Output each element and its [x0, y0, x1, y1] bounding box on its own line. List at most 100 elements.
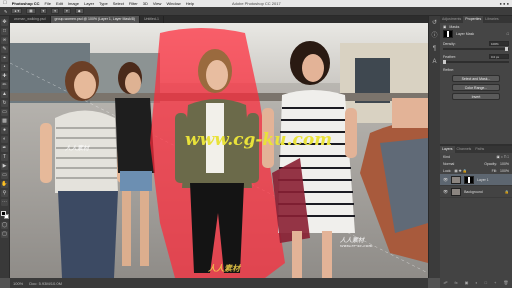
tab-document-2[interactable]: group-women.psd @ 100% (Layer 1, Layer M… — [50, 16, 140, 23]
quick-select-tool-icon[interactable]: ✎ — [1, 46, 8, 53]
brush-settings-button[interactable]: ▦ — [26, 8, 36, 14]
clone-stamp-tool-icon[interactable]: ▲ — [1, 91, 8, 98]
status-bar: 100% Doc: 5.93M/10.0M — [10, 278, 428, 288]
menu-help[interactable]: Help — [186, 1, 194, 6]
feather-slider[interactable] — [443, 60, 509, 64]
density-field[interactable]: 100% — [489, 41, 509, 46]
character-icon[interactable]: A — [431, 59, 438, 66]
dodge-tool-icon[interactable]: ◐ — [1, 136, 8, 143]
menu-layer[interactable]: Layer — [84, 1, 94, 6]
tab-layers[interactable]: Layers — [440, 146, 455, 153]
trash-icon[interactable]: 🗑 — [503, 280, 508, 285]
menu-window[interactable]: Window — [166, 1, 180, 6]
brush-tool-icon[interactable]: ✏ — [1, 82, 8, 89]
layer-mask-thumbnail[interactable] — [464, 175, 475, 184]
path-select-tool-icon[interactable]: ▶ — [1, 163, 8, 170]
select-and-mask-button[interactable]: Select and Mask... — [452, 75, 500, 82]
mask-thumbnail[interactable] — [443, 29, 453, 38]
document-canvas[interactable]: www.cg-ku.com 人人素材 人人素材 www.rr-sc.com 人人… — [10, 23, 428, 278]
foreground-color-swatch[interactable] — [0, 211, 6, 216]
tab-document-1[interactable]: woman_walking.psd — [10, 16, 51, 23]
eraser-tool-icon[interactable]: ▭ — [1, 109, 8, 116]
type-tool-icon[interactable]: T — [1, 154, 8, 161]
tab-channels[interactable]: Channels — [455, 146, 474, 153]
mask-name: Layer Mask — [456, 31, 475, 36]
density-slider[interactable] — [443, 47, 509, 51]
more-tools-icon[interactable]: ⋯ — [1, 199, 8, 206]
healing-tool-icon[interactable]: ✚ — [1, 73, 8, 80]
tab-document-3[interactable]: Untitled-1 — [140, 16, 164, 23]
marquee-tool-icon[interactable]: □ — [1, 28, 8, 35]
fx-icon[interactable]: fx — [454, 280, 457, 285]
menu-edit[interactable]: Edit — [56, 1, 63, 6]
menu-file[interactable]: File — [45, 1, 51, 6]
apple-icon[interactable]:  — [3, 1, 7, 6]
brush-tool-icon[interactable]: ✎ — [4, 9, 7, 14]
menu-view[interactable]: View — [153, 1, 162, 6]
eye-icon[interactable]: 👁 — [443, 189, 448, 194]
menu-type[interactable]: Type — [99, 1, 108, 6]
tab-libraries[interactable]: Libraries — [483, 16, 500, 23]
layer-name[interactable]: Background — [464, 190, 483, 194]
brush-preset-picker[interactable]: ● ▾ — [11, 8, 23, 14]
crop-tool-icon[interactable]: ⌖ — [1, 55, 8, 62]
history-icon[interactable]: ↺ — [431, 20, 438, 27]
menu-image[interactable]: Image — [68, 1, 79, 6]
density-row: Density: 100% — [440, 40, 512, 47]
window-title: Adobe Photoshop CC 2017 — [232, 1, 281, 6]
fill-field[interactable]: 100% — [500, 169, 509, 173]
feather-slider-knob[interactable] — [443, 60, 446, 64]
eye-icon[interactable]: 👁 — [443, 177, 448, 182]
menu-3d[interactable]: 3D — [143, 1, 148, 6]
paragraph-icon[interactable]: ¶ — [431, 46, 438, 53]
zoom-tool-icon[interactable]: ⚲ — [1, 190, 8, 197]
filter-icons[interactable]: ▣ ○ T □ — [497, 155, 509, 159]
layer-name[interactable]: Layer 1 — [477, 178, 489, 182]
mode-dropdown[interactable]: ▾ — [39, 8, 48, 14]
opacity-dropdown[interactable]: ▾ — [51, 8, 60, 14]
gradient-tool-icon[interactable]: ▩ — [1, 118, 8, 125]
blend-mode-dropdown[interactable]: Normal — [443, 162, 454, 166]
lock-icons[interactable]: ▦ ✚ 🔒 — [454, 169, 467, 173]
lasso-tool-icon[interactable]: ∞ — [1, 37, 8, 44]
tab-adjustments[interactable]: Adjustments — [440, 16, 463, 23]
filter-kind-dropdown[interactable]: Kind — [443, 155, 450, 159]
link-layers-icon[interactable]: ☍ — [443, 280, 447, 285]
color-swatches[interactable] — [0, 211, 9, 220]
eyedropper-tool-icon[interactable]: • — [1, 64, 8, 71]
group-icon[interactable]: □ — [485, 280, 487, 285]
shape-tool-icon[interactable]: ▭ — [1, 172, 8, 179]
tab-paths[interactable]: Paths — [473, 146, 486, 153]
airbrush-toggle[interactable]: ◆ — [74, 8, 84, 14]
new-layer-icon[interactable]: + — [494, 280, 496, 285]
properties-tabs: Adjustments Properties Libraries — [440, 16, 512, 23]
adjustment-layer-icon[interactable]: ◐ — [475, 280, 477, 285]
flow-dropdown[interactable]: ▾ — [63, 8, 71, 14]
layers-panel: Layers Channels Paths Kind ▣ ○ T □ Norma… — [440, 144, 512, 288]
move-tool-icon[interactable]: ✥ — [1, 19, 8, 26]
layer-row-background[interactable]: 👁 Background 🔒 — [440, 186, 512, 198]
color-range-button[interactable]: Color Range... — [452, 84, 500, 91]
density-slider-knob[interactable] — [505, 47, 508, 51]
menu-filter[interactable]: Filter — [129, 1, 138, 6]
invert-button[interactable]: Invert — [452, 93, 500, 100]
layer-row-layer-1[interactable]: 👁 Layer 1 — [440, 174, 512, 186]
layers-footer: ☍ fx ▣ ◐ □ + 🗑 — [440, 280, 512, 285]
quick-mask-icon[interactable]: ◯ — [1, 222, 8, 229]
zoom-level[interactable]: 100% — [13, 281, 23, 286]
watermark-cn-left: 人人素材 — [65, 145, 90, 152]
screen-mode-icon[interactable]: ▢ — [1, 231, 8, 238]
blur-tool-icon[interactable]: ● — [1, 127, 8, 134]
opacity-field[interactable]: 100% — [500, 162, 509, 166]
pen-tool-icon[interactable]: ✒ — [1, 145, 8, 152]
hand-tool-icon[interactable]: ✋ — [1, 181, 8, 188]
menu-select[interactable]: Select — [113, 1, 124, 6]
info-icon[interactable]: ⓘ — [431, 33, 438, 40]
vector-mask-icon[interactable]: □ — [507, 32, 509, 36]
app-menu[interactable]: Photoshop CC — [12, 1, 40, 6]
tab-properties[interactable]: Properties — [463, 16, 484, 23]
feather-field[interactable]: 0.0 px — [489, 54, 509, 59]
document-tabs: woman_walking.psd group-women.psd @ 100%… — [10, 16, 428, 23]
add-mask-icon[interactable]: ▣ — [465, 280, 469, 285]
history-brush-tool-icon[interactable]: ↻ — [1, 100, 8, 107]
